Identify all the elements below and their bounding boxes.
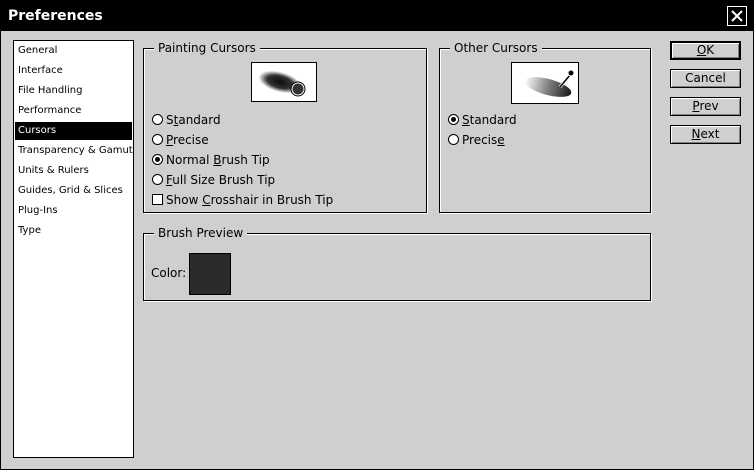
other-precise-radio[interactable] (448, 134, 459, 145)
ok-label: K (706, 43, 715, 57)
color-label: Color: (151, 266, 187, 280)
painting-full-label: ull Size Brush Tip (172, 173, 276, 187)
other-standard-radio[interactable] (448, 114, 459, 125)
other-cursor-preview (511, 62, 579, 104)
crosshair-label: Show (166, 193, 203, 207)
category-cursors[interactable]: Cursors (15, 122, 132, 140)
show-crosshair-option[interactable]: Show Crosshair in Brush Tip (152, 191, 333, 209)
other-cursors-legend: Other Cursors (450, 41, 542, 55)
category-file-handling[interactable]: File Handling (15, 82, 132, 100)
cancel-button[interactable]: Cancel (670, 69, 741, 88)
painting-standard-radio[interactable] (152, 114, 163, 125)
category-general[interactable]: General (15, 42, 132, 60)
painting-normal-label: Normal (166, 153, 214, 167)
category-units-rulers[interactable]: Units & Rulers (15, 162, 132, 180)
eyedropper-stroke-icon (524, 69, 575, 97)
close-icon (731, 10, 743, 22)
crosshair-mnemonic: C (202, 193, 211, 207)
prev-label: rev (699, 99, 719, 113)
ok-button[interactable]: OK (670, 41, 741, 60)
category-guides-grid-slices[interactable]: Guides, Grid & Slices (15, 182, 132, 200)
painting-precise-mnemonic: P (166, 133, 174, 147)
other-precise-option[interactable]: Precise (448, 131, 505, 149)
category-transparency-gamut[interactable]: Transparency & Gamut (15, 142, 133, 160)
category-interface[interactable]: Interface (15, 62, 132, 80)
category-type[interactable]: Type (15, 222, 132, 240)
other-standard-label: tandard (469, 113, 517, 127)
prev-button[interactable]: Prev (670, 97, 741, 116)
crosshair-label-rest: rosshair in Brush Tip (210, 193, 334, 207)
brush-stroke-icon (258, 70, 306, 97)
show-crosshair-checkbox[interactable] (152, 194, 163, 205)
other-standard-option[interactable]: Standard (448, 111, 517, 129)
painting-cursor-preview (251, 62, 317, 102)
category-performance[interactable]: Performance (15, 102, 132, 120)
painting-standard-label: S (166, 113, 174, 127)
next-label: ext (700, 127, 720, 141)
painting-full-size-brush-tip-option[interactable]: Full Size Brush Tip (152, 171, 275, 189)
painting-cursors-legend: Painting Cursors (154, 41, 260, 55)
close-button[interactable] (727, 6, 747, 26)
painting-standard-option[interactable]: Standard (152, 111, 221, 129)
brush-preview-legend: Brush Preview (154, 226, 248, 240)
painting-standard-label-rest: andard (178, 113, 221, 127)
ok-mnemonic: O (696, 43, 707, 57)
other-precise-label: Precis (462, 133, 498, 147)
painting-normal-label-rest: rush Tip (221, 153, 270, 167)
preferences-dialog: Preferences General Interface File Handl… (0, 0, 754, 470)
painting-normal-brush-tip-option[interactable]: Normal Brush Tip (152, 151, 270, 169)
other-standard-mnemonic: S (462, 113, 470, 127)
next-mnemonic: N (691, 127, 701, 141)
brush-color-swatch[interactable] (189, 253, 231, 295)
next-button[interactable]: Next (670, 125, 741, 144)
painting-precise-radio[interactable] (152, 134, 163, 145)
category-plug-ins[interactable]: Plug-Ins (15, 202, 132, 220)
painting-precise-option[interactable]: Precise (152, 131, 209, 149)
window-title: Preferences (8, 8, 103, 24)
cancel-label: Cancel (685, 71, 726, 85)
title-bar[interactable]: Preferences (1, 1, 753, 31)
painting-full-size-radio[interactable] (152, 174, 163, 185)
painting-precise-label: recise (173, 133, 209, 147)
other-precise-mnemonic: e (497, 133, 505, 147)
category-list[interactable]: General Interface File Handling Performa… (13, 40, 134, 458)
painting-normal-brush-tip-radio[interactable] (152, 154, 163, 165)
